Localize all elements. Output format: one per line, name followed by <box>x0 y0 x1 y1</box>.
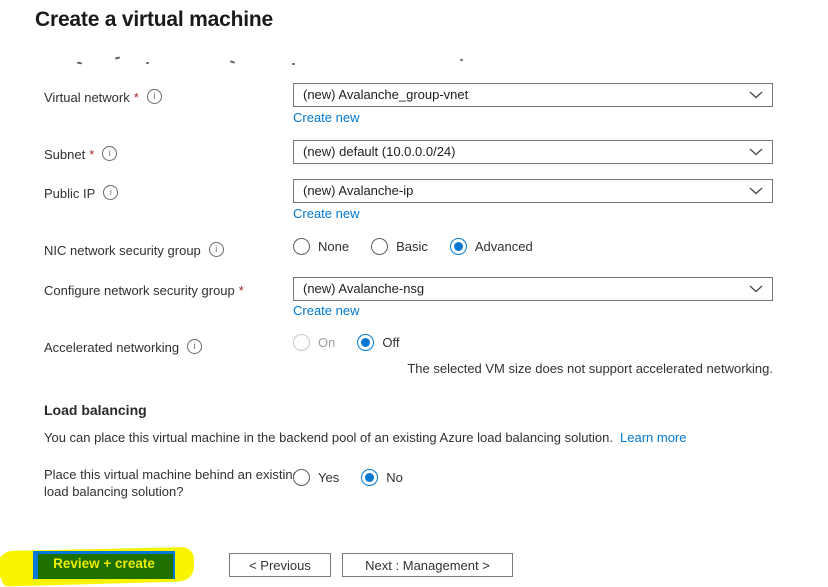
public-ip-label: Public IP <box>44 185 119 202</box>
info-icon[interactable] <box>208 242 224 257</box>
virtual-network-label: Virtual network * <box>44 89 162 106</box>
virtual-network-dropdown[interactable]: (new) Avalanche_group-vnet <box>293 83 773 107</box>
load-balancing-heading: Load balancing <box>44 402 147 418</box>
radio-basic[interactable]: Basic <box>371 238 428 255</box>
accelerated-networking-label: Accelerated networking <box>44 339 203 356</box>
info-icon[interactable] <box>103 185 119 200</box>
radio-circle-icon <box>361 469 379 486</box>
radio-circle-icon <box>357 334 375 351</box>
create-new-link-nsg[interactable]: Create new <box>293 303 359 318</box>
cropped-text-artifact <box>459 58 464 62</box>
chevron-down-icon <box>749 285 763 293</box>
radio-none[interactable]: None <box>293 238 349 255</box>
radio-circle-icon <box>293 469 310 486</box>
load-balancing-radio-group: Yes No <box>293 468 403 487</box>
dropdown-value: (new) Avalanche_group-vnet <box>303 87 469 102</box>
cropped-text-artifact <box>292 63 295 65</box>
radio-no[interactable]: No <box>361 469 403 486</box>
info-icon[interactable] <box>102 146 118 161</box>
accelerated-networking-radio-group: On Off <box>293 333 399 352</box>
radio-circle-icon <box>371 238 389 255</box>
dropdown-value: (new) default (10.0.0.0/24) <box>303 144 456 159</box>
create-new-link-vnet[interactable]: Create new <box>293 110 359 125</box>
page-title: Create a virtual machine <box>35 8 273 31</box>
dropdown-value: (new) Avalanche-nsg <box>303 281 425 296</box>
nic-nsg-label: NIC network security group <box>44 242 224 259</box>
radio-yes[interactable]: Yes <box>293 469 339 486</box>
public-ip-dropdown[interactable]: (new) Avalanche-ip <box>293 179 773 203</box>
cropped-text-artifact <box>146 62 149 64</box>
chevron-down-icon <box>749 187 763 195</box>
radio-on: On <box>293 334 335 351</box>
learn-more-link[interactable]: Learn more <box>620 430 686 445</box>
load-balancing-description: You can place this virtual machine in th… <box>44 430 687 445</box>
cropped-text-artifact <box>114 56 121 60</box>
info-icon[interactable] <box>187 339 203 354</box>
nic-nsg-radio-group: None Basic Advanced <box>293 237 533 256</box>
radio-circle-icon <box>293 334 310 351</box>
cropped-text-artifact <box>76 61 83 65</box>
subnet-dropdown[interactable]: (new) default (10.0.0.0/24) <box>293 140 773 164</box>
previous-button[interactable]: < Previous <box>229 553 331 577</box>
dropdown-value: (new) Avalanche-ip <box>303 183 414 198</box>
cropped-text-artifact <box>229 60 236 64</box>
load-balancing-question: Place this virtual machine behind an exi… <box>44 467 300 499</box>
accelerated-networking-note: The selected VM size does not support ac… <box>407 361 773 376</box>
chevron-down-icon <box>749 148 763 156</box>
next-management-button[interactable]: Next : Management > <box>342 553 513 577</box>
chevron-down-icon <box>749 91 763 99</box>
radio-circle-icon <box>449 238 467 255</box>
configure-nsg-dropdown[interactable]: (new) Avalanche-nsg <box>293 277 773 301</box>
subnet-label: Subnet * <box>44 146 118 163</box>
review-create-button[interactable]: Review + create <box>33 551 175 579</box>
info-icon[interactable] <box>146 89 162 104</box>
configure-nsg-label: Configure network security group * <box>44 283 244 298</box>
radio-off[interactable]: Off <box>357 334 399 351</box>
radio-circle-icon <box>293 238 310 255</box>
create-new-link-public-ip[interactable]: Create new <box>293 206 359 221</box>
radio-advanced[interactable]: Advanced <box>449 238 533 255</box>
